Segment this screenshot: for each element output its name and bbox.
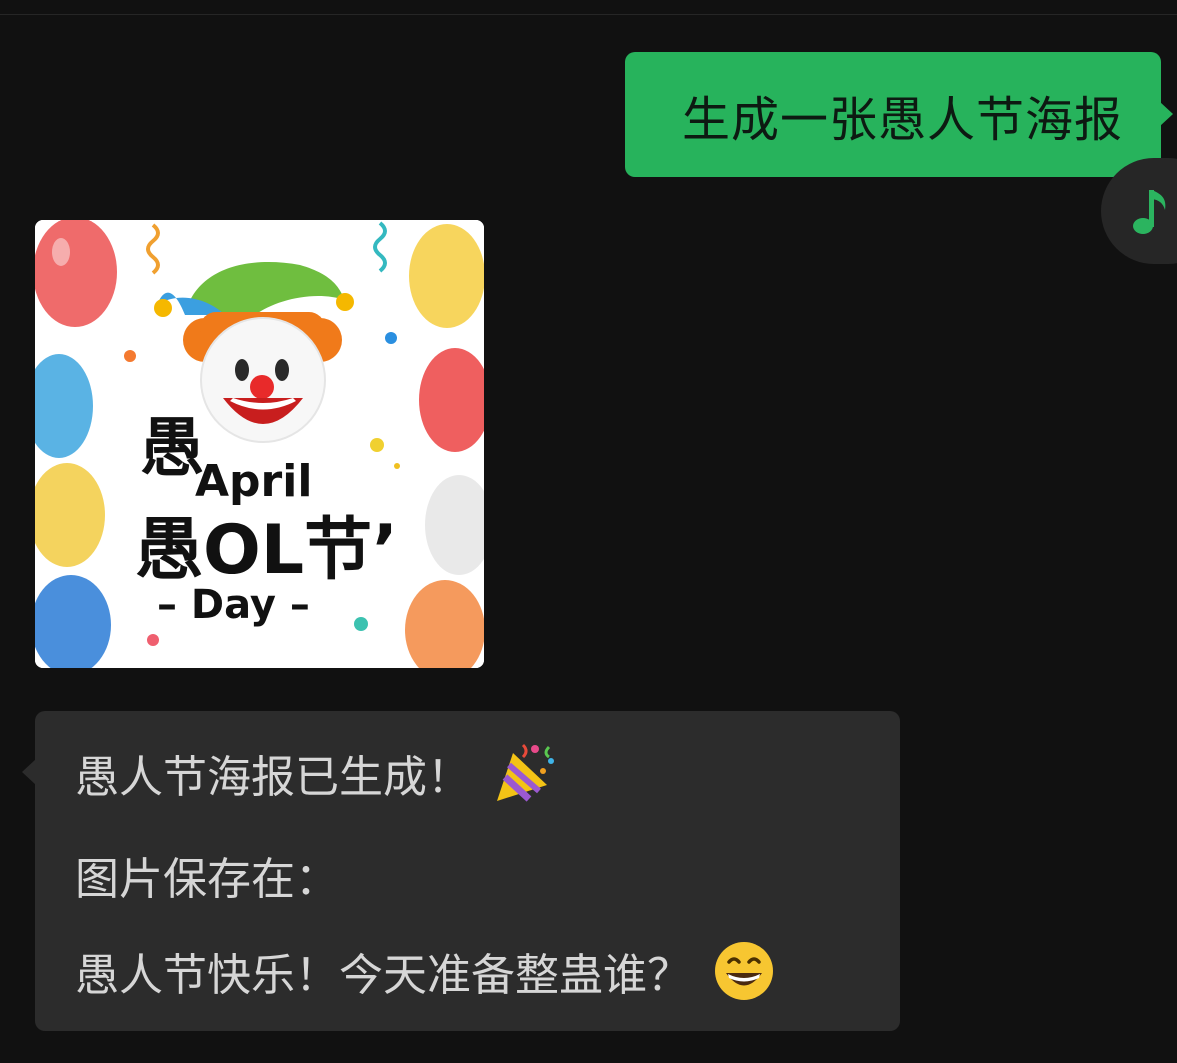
poster-main-title: 愚OL节’ bbox=[135, 511, 398, 590]
reply-line-3-text: 愚人节快乐！今天准备整蛊谁？ bbox=[75, 950, 691, 1001]
reply-line-2-text: 图片保存在： bbox=[75, 854, 339, 905]
reply-line: 愚人节海报已生成！ bbox=[75, 741, 559, 805]
party-popper-icon bbox=[497, 743, 554, 802]
april-fools-poster: 愚 April 愚OL节’ – Day – bbox=[35, 220, 484, 668]
outgoing-message-text: 生成一张愚人节海报 bbox=[681, 91, 1123, 148]
music-note-icon bbox=[1133, 190, 1166, 234]
reply-line: 图片保存在： bbox=[75, 843, 339, 907]
top-divider bbox=[0, 14, 1177, 15]
poster-image-message[interactable]: 愚 April 愚OL节’ – Day – bbox=[35, 220, 484, 668]
poster-april-text: April bbox=[195, 456, 312, 507]
reply-line: 愚人节快乐！今天准备整蛊谁？ bbox=[75, 939, 775, 1003]
incoming-message-bubble[interactable]: 愚人节海报已生成！ 图片保存在： 愚人节快乐！今天准备整蛊谁？ bbox=[22, 711, 900, 1031]
poster-day-text: – Day – bbox=[157, 582, 310, 628]
reply-line-1-text: 愚人节海报已生成！ bbox=[75, 752, 471, 803]
grinning-face-icon bbox=[715, 942, 773, 1000]
outgoing-message-bubble[interactable]: 生成一张愚人节海报 bbox=[625, 52, 1173, 177]
